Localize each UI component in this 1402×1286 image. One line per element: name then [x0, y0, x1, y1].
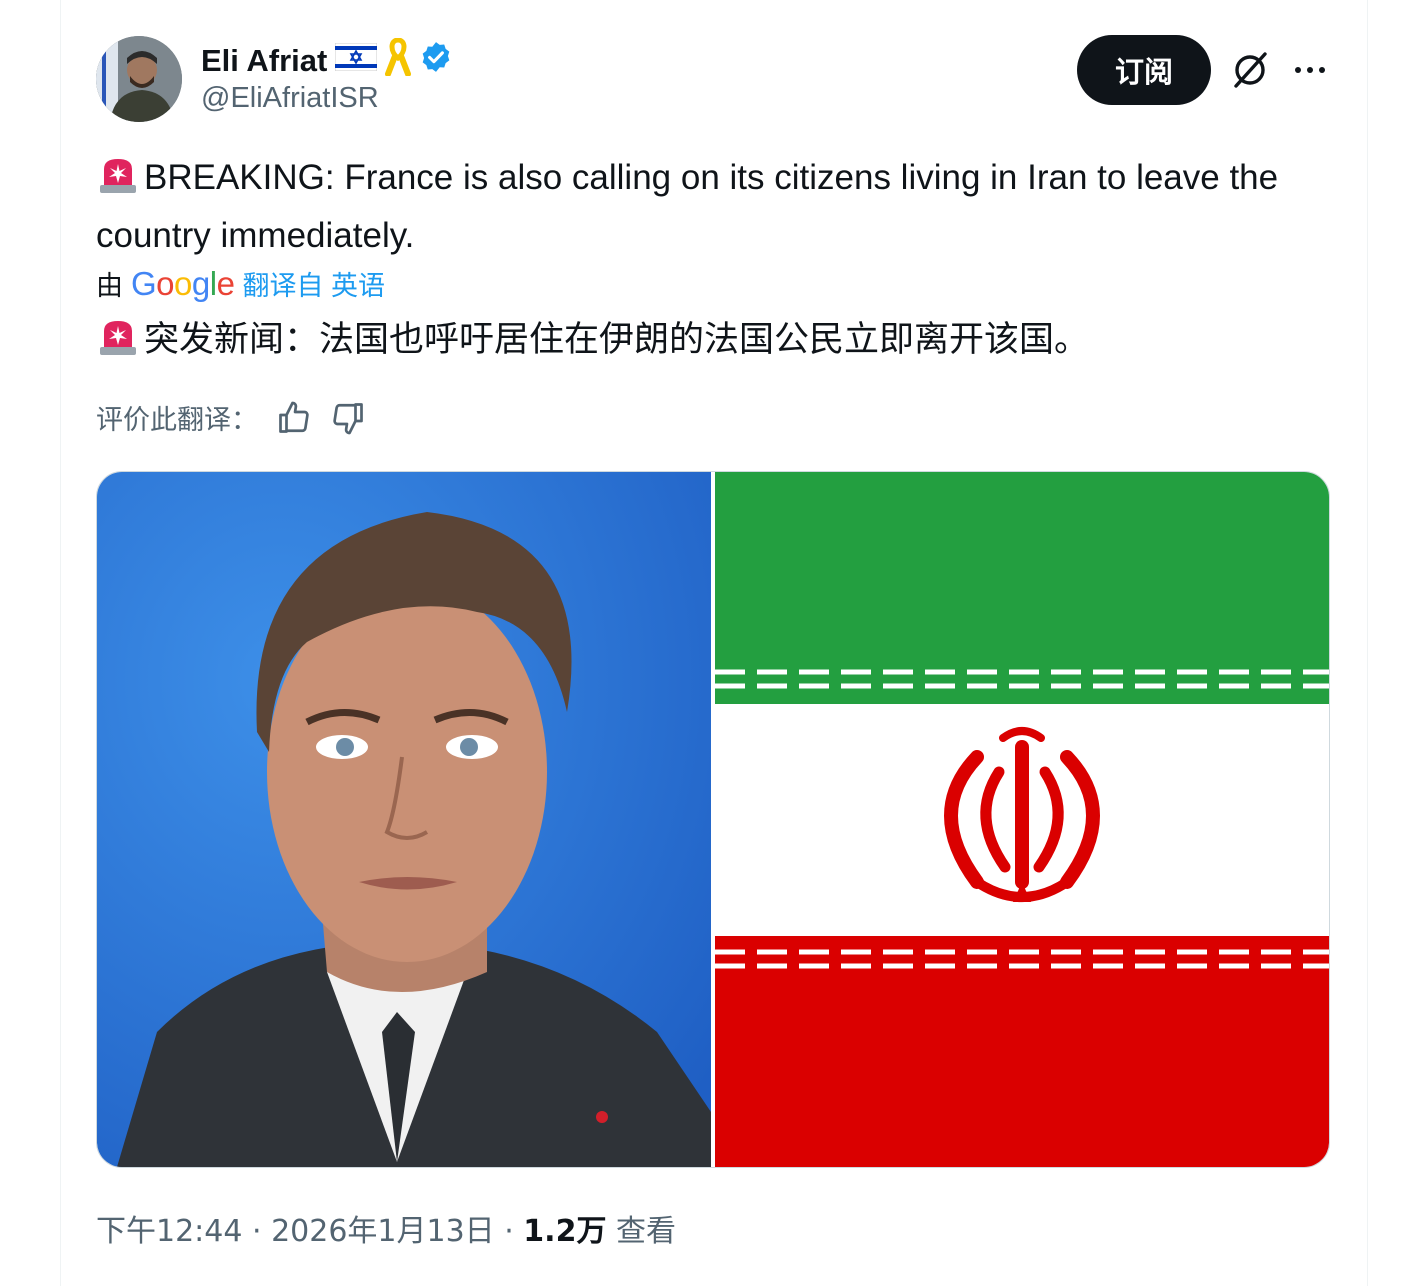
- rate-label: 评价此翻译：: [96, 405, 258, 436]
- portrait-photo[interactable]: [97, 472, 711, 1167]
- siren-icon: [96, 317, 140, 372]
- author-name-row[interactable]: Eli Afriat: [201, 37, 453, 84]
- views-label: 查看: [616, 1214, 676, 1249]
- tweet-text: BREAKING: France is also calling on its …: [96, 152, 1336, 262]
- view-count: 1.2万: [523, 1214, 607, 1249]
- israel-flag-icon: [334, 42, 378, 79]
- author-name[interactable]: Eli Afriat: [201, 43, 327, 79]
- translate-source-link[interactable]: 翻译自 英语: [242, 264, 385, 303]
- tweet-body: BREAKING: France is also calling on its …: [96, 158, 1279, 255]
- grok-icon[interactable]: [1228, 48, 1272, 92]
- rate-translation: 评价此翻译：: [96, 398, 366, 437]
- iran-flag-image[interactable]: [715, 472, 1329, 1167]
- siren-icon: [96, 155, 140, 210]
- more-options-icon[interactable]: [1292, 52, 1328, 88]
- thumbs-up-icon[interactable]: [276, 400, 312, 436]
- subscribe-button[interactable]: 订阅: [1077, 35, 1211, 105]
- yellow-ribbon-icon: [385, 37, 412, 84]
- tweet-date[interactable]: 2026年1月13日: [271, 1214, 495, 1249]
- thumbs-down-icon[interactable]: [330, 400, 366, 436]
- translation-attribution: 由 Google 翻译自 英语: [96, 264, 385, 303]
- translated-by-prefix: 由: [96, 271, 123, 301]
- verified-badge-icon[interactable]: [419, 40, 453, 82]
- tweet-time[interactable]: 下午12:44: [96, 1214, 242, 1249]
- author-handle[interactable]: @EliAfriatISR: [201, 82, 379, 115]
- translated-body: 突发新闻：法国也呼吁居住在伊朗的法国公民立即离开该国。: [144, 320, 1090, 360]
- meta-separator: ·: [494, 1214, 524, 1249]
- avatar[interactable]: [96, 36, 182, 122]
- tweet-meta: 下午12:44 · 2026年1月13日 · 1.2万 查看: [96, 1206, 676, 1250]
- media-grid: [96, 471, 1330, 1168]
- translated-text: 突发新闻：法国也呼吁居住在伊朗的法国公民立即离开该国。: [96, 314, 1089, 372]
- meta-separator: ·: [242, 1214, 272, 1249]
- google-logo: Google: [131, 264, 235, 302]
